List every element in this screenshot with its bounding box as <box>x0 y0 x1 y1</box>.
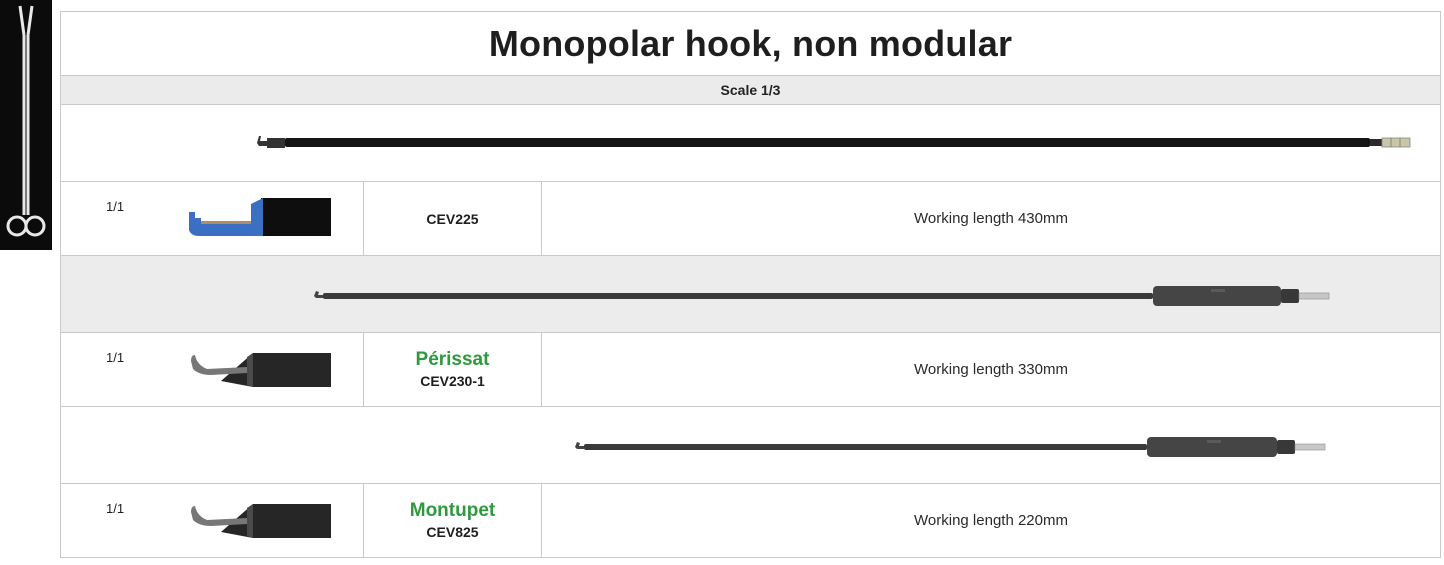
instrument-photo-1 <box>59 104 1442 182</box>
product-brand: Montupet <box>409 499 496 521</box>
working-length: Working length 220mm <box>540 483 1442 558</box>
product-code-cell: CEV225 <box>363 181 542 256</box>
product-sheet: Monopolar hook, non modular Scale 1/3 1/… <box>59 11 1442 558</box>
category-tab <box>0 0 52 250</box>
tip-detail-cell: 1/1 <box>60 332 364 407</box>
instrument-photo-3 <box>59 406 1442 484</box>
tip-closeup-image <box>191 504 331 538</box>
product-code-cell: Périssat CEV230-1 <box>363 332 542 407</box>
working-length: Working length 430mm <box>540 181 1442 256</box>
scale-ratio: 1/1 <box>106 501 125 516</box>
product-brand: Périssat <box>415 348 490 370</box>
scale-label: Scale 1/3 <box>59 75 1442 105</box>
tip-detail-cell: 1/1 <box>60 181 364 256</box>
tip-detail-cell: 1/1 <box>60 483 364 558</box>
instrument-photo-2 <box>59 255 1442 333</box>
product-code: CEV225 <box>426 210 479 227</box>
page-title: Monopolar hook, non modular <box>488 22 1013 64</box>
scale-ratio: 1/1 <box>106 199 125 214</box>
product-code-cell: Montupet CEV825 <box>363 483 542 558</box>
tip-closeup-image <box>191 353 331 387</box>
title-cell: Monopolar hook, non modular <box>59 11 1442 76</box>
scale-ratio: 1/1 <box>106 350 125 365</box>
working-length: Working length 330mm <box>540 332 1442 407</box>
scissors-icon <box>6 5 46 237</box>
product-code: CEV230-1 <box>420 372 485 389</box>
product-code: CEV825 <box>426 523 479 540</box>
tip-closeup-image <box>189 198 331 236</box>
